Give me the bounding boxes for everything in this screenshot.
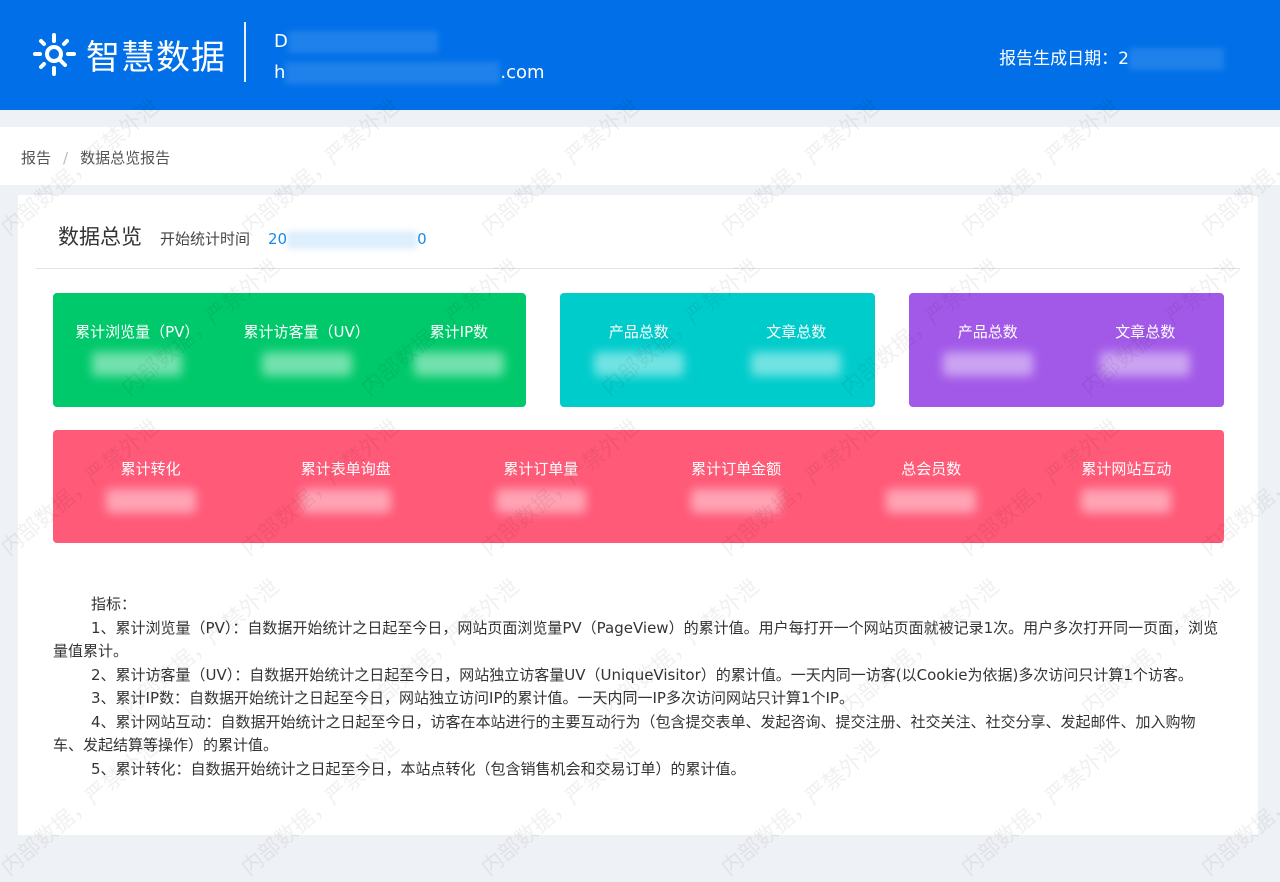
report-date: 报告生成日期：2	[999, 44, 1224, 70]
stat-item: 累计表单询盘	[301, 458, 391, 543]
stat-item: 累计订单量	[496, 458, 586, 543]
stat-label: 总会员数	[886, 458, 976, 479]
stat-value-redacted	[301, 489, 391, 513]
stat-item: 累计浏览量（PV）	[75, 321, 199, 407]
stat-item: 总会员数	[886, 458, 976, 543]
note-item: 3、累计IP数：自数据开始统计之日起至今日，网站独立访问IP的累计值。一天内同一…	[53, 687, 1223, 711]
stat-value-redacted	[262, 352, 352, 376]
site-url-suffix: .com	[500, 62, 544, 83]
site-url-prefix: h	[274, 62, 285, 83]
stat-value-redacted	[496, 489, 586, 513]
report-date-label: 报告生成日期：2	[999, 49, 1129, 69]
breadcrumb-separator: /	[63, 149, 68, 167]
traffic-card: 累计浏览量（PV） 累计访客量（UV） 累计IP数	[53, 293, 526, 407]
stat-value-redacted	[751, 352, 841, 376]
stat-label: 累计访客量（UV）	[244, 321, 370, 342]
header: 智慧数据 D h .com 报告生成日期：2	[0, 0, 1280, 110]
stat-label: 累计订单量	[496, 458, 586, 479]
stat-item: 产品总数	[594, 321, 684, 407]
stat-label: 累计转化	[106, 458, 196, 479]
stat-label: 累计订单金额	[691, 458, 781, 479]
site-name: D	[274, 31, 288, 52]
breadcrumb: 报告 / 数据总览报告	[0, 127, 1280, 185]
stat-item: 产品总数	[943, 321, 1033, 407]
stat-value-redacted	[414, 352, 504, 376]
divider	[36, 268, 1240, 269]
header-divider	[244, 22, 246, 82]
note-item: 4、累计网站互动：自数据开始统计之日起至今日，访客在本站进行的主要互动行为（包含…	[53, 711, 1223, 758]
start-time-value: 200	[268, 230, 427, 249]
stat-item: 累计转化	[106, 458, 196, 543]
overview-panel: 数据总览 开始统计时间 200 累计浏览量（PV）累计访客量（UV）累计IP数 …	[18, 195, 1258, 835]
stat-item: 累计IP数	[414, 321, 504, 407]
conversion-card: 累计转化 累计表单询盘 累计订单量 累计订单金额 总会员数 累计网站互动	[53, 430, 1224, 543]
content-card-purple: 产品总数 文章总数	[909, 293, 1224, 407]
content-card-cyan: 产品总数 文章总数	[560, 293, 875, 407]
stat-value-redacted	[943, 352, 1033, 376]
stat-item: 累计访客量（UV）	[244, 321, 370, 407]
start-time-label: 开始统计时间	[160, 228, 250, 249]
page-title: 数据总览	[58, 221, 142, 251]
stat-value-redacted	[106, 489, 196, 513]
site-info: D h .com	[274, 26, 545, 88]
note-item: 5、累计转化：自数据开始统计之日起至今日，本站点转化（包含销售机会和交易订单）的…	[53, 758, 1223, 782]
stat-value-redacted	[92, 352, 182, 376]
stat-label: 产品总数	[594, 321, 684, 342]
stat-label: 累计网站互动	[1081, 458, 1171, 479]
note-item: 1、累计浏览量（PV）：自数据开始统计之日起至今日，网站页面浏览量PV（Page…	[53, 617, 1223, 664]
stat-value-redacted	[886, 489, 976, 513]
stat-value-redacted	[594, 352, 684, 376]
note-item: 2、累计访客量（UV）：自数据开始统计之日起至今日，网站独立访客量UV（Uniq…	[53, 664, 1223, 688]
logo-text: 智慧数据	[86, 30, 226, 79]
stat-label: 累计IP数	[414, 321, 504, 342]
stat-item: 累计网站互动	[1081, 458, 1171, 543]
stat-label: 文章总数	[1100, 321, 1190, 342]
stat-item: 文章总数	[751, 321, 841, 407]
stat-value-redacted	[1100, 352, 1190, 376]
metric-notes: 指标： 1、累计浏览量（PV）：自数据开始统计之日起至今日，网站页面浏览量PV（…	[53, 593, 1223, 781]
stat-value-redacted	[1081, 489, 1171, 513]
logo: 智慧数据	[32, 30, 226, 79]
breadcrumb-current: 数据总览报告	[80, 149, 170, 167]
stat-label: 文章总数	[751, 321, 841, 342]
breadcrumb-report[interactable]: 报告	[21, 149, 51, 167]
stat-label: 产品总数	[943, 321, 1033, 342]
stat-value-redacted	[691, 489, 781, 513]
stat-item: 累计订单金额	[691, 458, 781, 543]
stat-label: 累计浏览量（PV）	[75, 321, 199, 342]
stat-label: 累计表单询盘	[301, 458, 391, 479]
logo-sun-search-icon	[32, 32, 78, 78]
stat-item: 文章总数	[1100, 321, 1190, 407]
notes-heading: 指标：	[53, 593, 1223, 617]
